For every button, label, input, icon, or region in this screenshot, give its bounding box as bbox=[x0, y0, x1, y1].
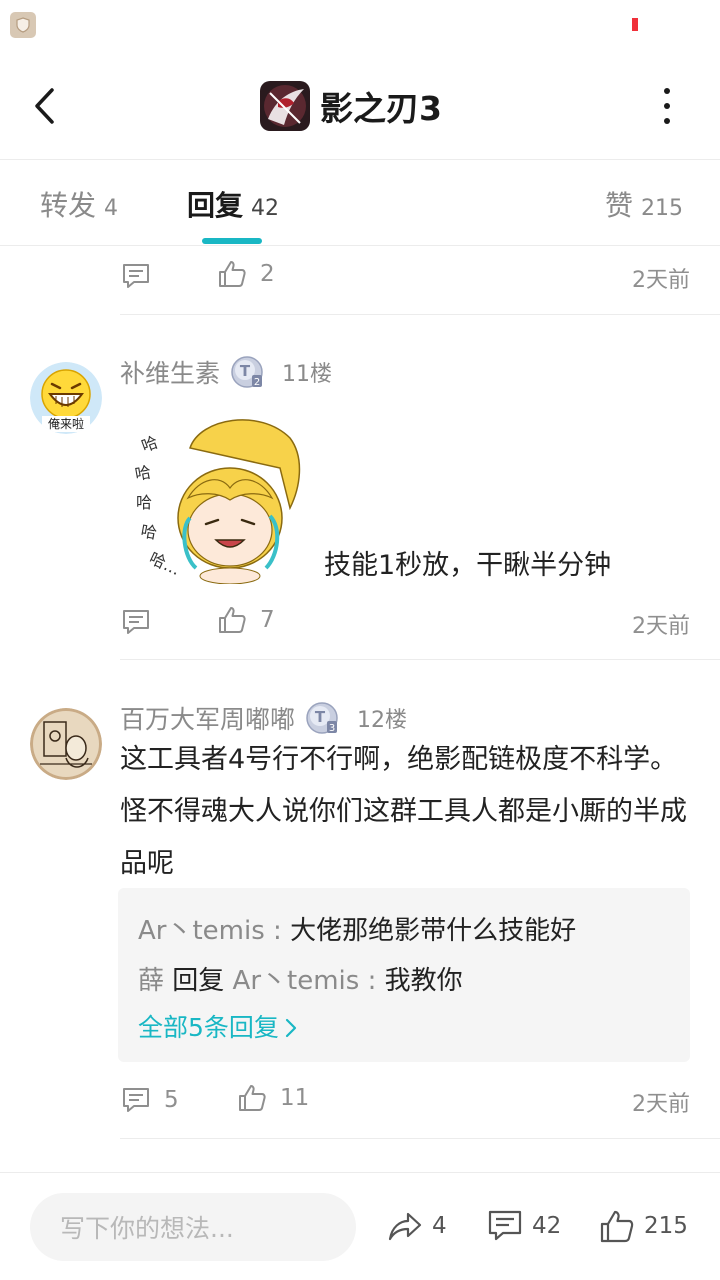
badge-level: 2 bbox=[254, 377, 260, 388]
comment-time: 2天前 bbox=[632, 268, 690, 293]
level-badge-icon: T 3 bbox=[306, 702, 338, 734]
comment-header: 百万大军周嘟嘟 T 3 12楼 bbox=[120, 698, 407, 738]
reply-button[interactable]: 5 bbox=[120, 1084, 179, 1116]
reply-separator: : bbox=[359, 966, 385, 996]
comment-icon bbox=[488, 1210, 522, 1241]
like-button[interactable]: 2 bbox=[216, 258, 275, 290]
bottom-action-bar: 写下你的想法... 4 42 215 bbox=[0, 1172, 720, 1280]
notification-indicator bbox=[632, 18, 638, 31]
avatar[interactable] bbox=[30, 708, 102, 780]
reply-text: 我教你 bbox=[384, 966, 463, 996]
comment-icon bbox=[123, 264, 149, 288]
chevron-left-icon bbox=[35, 88, 54, 124]
divider bbox=[120, 314, 720, 315]
shield-app-icon bbox=[10, 12, 36, 38]
game-icon bbox=[260, 81, 310, 131]
tab-label: 赞 bbox=[605, 189, 634, 222]
like-count: 2 bbox=[260, 261, 275, 287]
floor-number: 11楼 bbox=[282, 362, 333, 387]
reply-word: 回复 bbox=[164, 966, 233, 996]
like-post-button[interactable]: 215 bbox=[598, 1207, 688, 1245]
more-dot-icon bbox=[664, 88, 670, 94]
like-count: 7 bbox=[260, 607, 275, 633]
share-button[interactable]: 4 bbox=[386, 1207, 447, 1245]
comment-action-row: 2 2天前 bbox=[120, 254, 690, 298]
comment-action-row: 5 11 2天前 bbox=[120, 1078, 690, 1122]
active-tab-indicator bbox=[202, 238, 262, 244]
sticker-image[interactable]: 哈 哈 哈 哈 哈… bbox=[130, 408, 310, 585]
like-button[interactable]: 7 bbox=[216, 604, 275, 636]
like-button[interactable]: 11 bbox=[236, 1082, 309, 1114]
reply-separator: : bbox=[264, 916, 291, 946]
comment-icon bbox=[123, 1088, 149, 1112]
comment-icon bbox=[123, 610, 149, 634]
avatar-caption: 俺来啦 bbox=[48, 416, 84, 431]
svg-text:T: T bbox=[240, 362, 251, 380]
svg-text:哈: 哈 bbox=[139, 432, 161, 455]
floor-number: 12楼 bbox=[357, 708, 408, 733]
reply-preview-item: 薛 回复 Ar丶temis : 我教你 bbox=[138, 956, 670, 1006]
level-badge-icon: T 2 bbox=[231, 356, 263, 388]
page-title: 影之刃3 bbox=[320, 89, 442, 128]
avatar[interactable]: 俺来啦 bbox=[30, 362, 102, 434]
comment-time: 2天前 bbox=[632, 1092, 690, 1117]
reply-preview-box[interactable]: Ar丶temis : 大佬那绝影带什么技能好 薛 回复 Ar丶temis : 我… bbox=[118, 888, 690, 1062]
status-bar bbox=[0, 0, 720, 52]
comment-count: 42 bbox=[532, 1213, 562, 1239]
svg-text:哈: 哈 bbox=[139, 521, 158, 542]
thumbs-up-icon bbox=[219, 261, 246, 287]
username[interactable]: 补维生素 bbox=[120, 354, 220, 390]
tab-reply[interactable]: 回复 42 bbox=[187, 184, 279, 224]
reply-author[interactable]: 薛 bbox=[138, 966, 164, 996]
svg-text:T: T bbox=[315, 708, 326, 726]
more-options-button[interactable] bbox=[650, 84, 684, 128]
svg-text:哈: 哈 bbox=[133, 462, 152, 483]
comment-text: 这工具者4号行不行啊，绝影配链极度不科学。怪不得魂大人说你们这群工具人都是小厮的… bbox=[120, 744, 687, 879]
tab-count: 42 bbox=[251, 196, 280, 221]
thumbs-up-icon bbox=[219, 607, 246, 633]
divider bbox=[120, 1138, 720, 1139]
comment-time: 2天前 bbox=[632, 614, 690, 639]
tab-count: 4 bbox=[104, 196, 119, 221]
tab-forward[interactable]: 转发 4 bbox=[40, 184, 118, 224]
like-count: 215 bbox=[644, 1213, 688, 1239]
thumbs-up-icon bbox=[239, 1085, 266, 1111]
reply-preview-item: Ar丶temis : 大佬那绝影带什么技能好 bbox=[138, 906, 670, 956]
back-button[interactable] bbox=[24, 82, 64, 130]
reply-button[interactable] bbox=[120, 260, 152, 292]
reply-target[interactable]: Ar丶temis bbox=[233, 966, 360, 996]
comment-input-placeholder: 写下你的想法... bbox=[60, 1214, 234, 1243]
svg-text:哈: 哈 bbox=[136, 493, 152, 512]
divider bbox=[120, 659, 720, 660]
view-all-replies-link[interactable]: 全部5条回复 bbox=[138, 1006, 297, 1050]
share-count: 4 bbox=[432, 1213, 447, 1239]
like-count: 11 bbox=[280, 1085, 310, 1111]
comment-input[interactable]: 写下你的想法... bbox=[30, 1193, 356, 1261]
comment-text: 技能1秒放，干瞅半分钟 bbox=[324, 550, 612, 581]
reply-button[interactable] bbox=[120, 606, 152, 638]
comment-header: 补维生素 T 2 11楼 bbox=[120, 352, 332, 392]
reply-author[interactable]: Ar丶temis bbox=[138, 916, 265, 946]
tab-bar: 转发 4 回复 42 赞 215 bbox=[0, 160, 720, 246]
view-all-replies-label: 全部5条回复 bbox=[138, 1013, 279, 1042]
title-group[interactable]: 影之刃3 bbox=[260, 80, 442, 132]
reply-text: 大佬那绝影带什么技能好 bbox=[290, 916, 577, 946]
tab-label: 转发 bbox=[40, 189, 97, 222]
comment-button[interactable]: 42 bbox=[486, 1207, 561, 1245]
tab-label: 回复 bbox=[187, 189, 244, 222]
svg-text:哈…: 哈… bbox=[146, 548, 183, 579]
reply-count: 5 bbox=[164, 1087, 179, 1113]
more-dot-icon bbox=[664, 118, 670, 124]
more-dot-icon bbox=[664, 103, 670, 109]
tab-count: 215 bbox=[641, 196, 684, 221]
thumbs-up-icon bbox=[600, 1210, 634, 1243]
chevron-right-icon bbox=[285, 1018, 297, 1038]
badge-level: 3 bbox=[329, 723, 335, 734]
username[interactable]: 百万大军周嘟嘟 bbox=[120, 700, 295, 736]
share-icon bbox=[388, 1212, 422, 1241]
tab-likes[interactable]: 赞 215 bbox=[605, 184, 683, 224]
comment-action-row: 7 2天前 bbox=[120, 600, 690, 644]
header: 影之刃3 bbox=[0, 52, 720, 160]
